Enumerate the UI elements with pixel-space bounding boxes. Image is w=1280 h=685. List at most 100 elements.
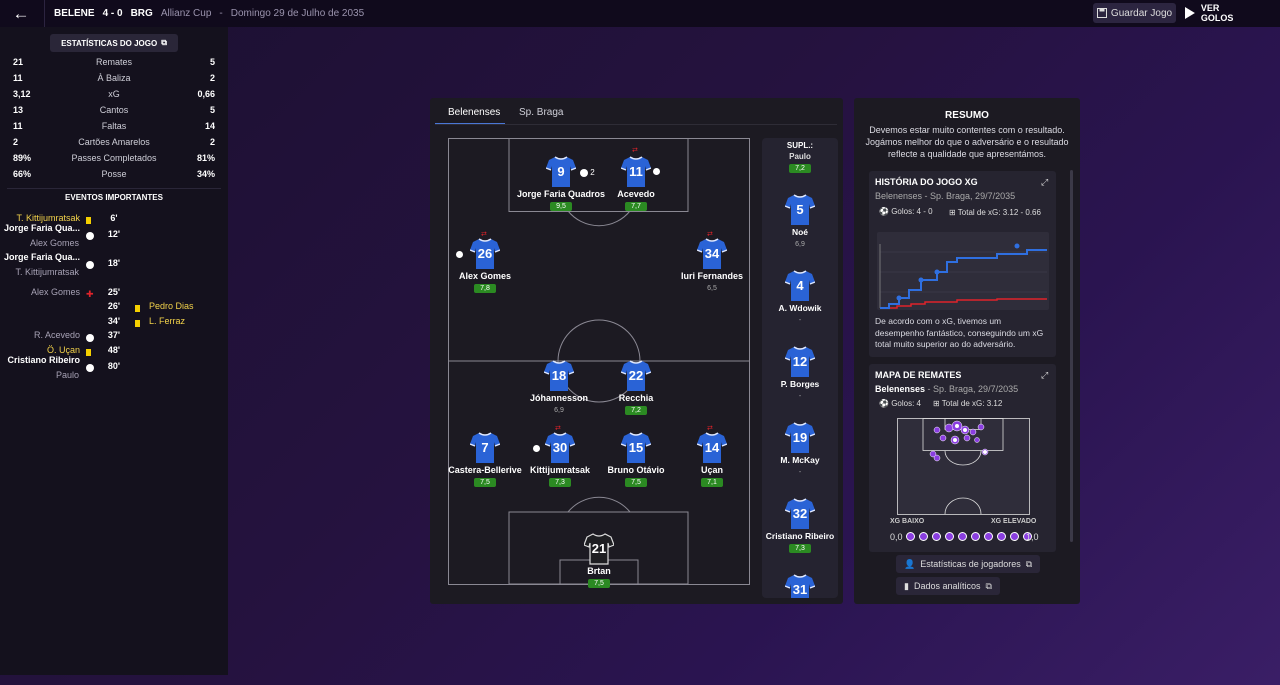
goals-count: 2 bbox=[590, 168, 595, 177]
football-icon bbox=[533, 445, 540, 452]
shirt-number: 31 bbox=[792, 582, 808, 597]
football-icon bbox=[456, 251, 463, 258]
football-icon: ⚽ bbox=[879, 399, 889, 408]
event-player: R. Acevedo bbox=[33, 330, 80, 340]
yellow-card-icon bbox=[135, 320, 140, 328]
substitution-icon: ⇄ bbox=[707, 425, 713, 432]
match-score: 4 - 0 bbox=[102, 8, 123, 19]
xg-total-text: Total de xG: 3.12 - 0.66 bbox=[957, 208, 1041, 217]
match-stats-label: ESTATÍSTICAS DO JOGO bbox=[61, 38, 158, 48]
player-stats-button[interactable]: 👤 Estatísticas de jogadores ⧉ bbox=[896, 555, 1041, 573]
save-game-button[interactable]: Guardar Jogo bbox=[1093, 3, 1176, 23]
substitutes-list[interactable]: SUPL.: Paulo 7,2 5 Noé 6,9 4 A. Wdowik -12 P. Bo… bbox=[762, 138, 838, 598]
player-rating: - bbox=[798, 393, 802, 400]
xg-history-card[interactable]: HISTÓRIA DO JOGO XG ⤢ Belenenses - Sp. B… bbox=[869, 171, 1056, 357]
home-stat: 11 bbox=[13, 73, 23, 83]
player-marker[interactable]: 22 Recchia 7,2 bbox=[591, 360, 681, 415]
watch-goals-label: VER GOLOS bbox=[1200, 3, 1234, 23]
expand-icon[interactable]: ⤢ bbox=[1041, 370, 1050, 380]
back-arrow-icon[interactable]: ← bbox=[8, 4, 34, 24]
goals-scored-badge: 2 bbox=[580, 168, 595, 177]
player-name: Uçan bbox=[700, 465, 723, 475]
home-stat: 3,12 bbox=[13, 89, 31, 99]
substitute-player[interactable]: 4 A. Wdowik - bbox=[762, 270, 838, 325]
goal-net-icon: ⊞ bbox=[933, 399, 940, 408]
event-player: Jorge Faria Qua... bbox=[3, 252, 80, 262]
substitute-player[interactable]: Paulo 7,2 bbox=[762, 138, 838, 173]
shirt: 15 bbox=[620, 432, 652, 464]
event-icon bbox=[86, 259, 94, 269]
player-name: Alex Gomes bbox=[458, 271, 512, 281]
player-name: A. Wdowik bbox=[778, 303, 822, 313]
stat-label: Remates bbox=[95, 57, 132, 67]
shirt-number: 22 bbox=[628, 368, 644, 383]
shirt: 19 bbox=[784, 422, 816, 454]
shirt: 32 bbox=[784, 498, 816, 530]
shirt: 11 bbox=[620, 156, 652, 188]
stat-row: 13 Cantos 5 bbox=[13, 105, 215, 119]
player-rating: 7,3 bbox=[549, 478, 571, 487]
player-name: P. Borges bbox=[780, 379, 820, 389]
stat-row: 11 À Baliza 2 bbox=[13, 73, 215, 87]
tab-home-team[interactable]: Belenenses bbox=[448, 107, 500, 123]
shirt-number: 21 bbox=[591, 541, 607, 556]
shot-xg-text: Total de xG: 3.12 bbox=[941, 399, 1003, 408]
analytics-button[interactable]: ▮ Dados analíticos ⧉ bbox=[896, 577, 1000, 595]
football-icon bbox=[86, 231, 94, 240]
divider bbox=[44, 0, 45, 27]
event-player: Alex Gomes bbox=[30, 287, 80, 297]
xg-high-label: XG ELEVADO bbox=[991, 518, 1037, 525]
player-rating: 7,3 bbox=[789, 544, 811, 553]
scrollbar[interactable] bbox=[1070, 170, 1073, 542]
home-stat: 21 bbox=[13, 57, 24, 67]
event-icon bbox=[86, 347, 91, 357]
match-stats-button[interactable]: ESTATÍSTICAS DO JOGO ⧉ bbox=[50, 34, 178, 52]
player-rating: 7,5 bbox=[588, 579, 610, 588]
substitute-player[interactable]: 31 bbox=[762, 574, 838, 598]
stat-row: 21 Remates 5 bbox=[13, 57, 215, 71]
substitute-player[interactable]: 12 P. Borges - bbox=[762, 346, 838, 401]
summary-panel: RESUMO Devemos estar muito contentes com… bbox=[854, 98, 1080, 604]
yellow-card-icon bbox=[86, 349, 91, 357]
substitute-player[interactable]: 32 Cristiano Ribeiro 7,3 bbox=[762, 498, 838, 553]
player-marker[interactable]: 11 Acevedo 7,7 bbox=[591, 156, 681, 211]
event-minute-cell: 25' bbox=[104, 287, 124, 297]
shot-map-subtitle: Belenenses - Sp. Braga, 29/7/2035 bbox=[875, 384, 1018, 394]
player-rating: 7,5 bbox=[474, 478, 496, 487]
football-icon bbox=[86, 333, 94, 342]
substitute-player[interactable]: 5 Noé 6,9 bbox=[762, 194, 838, 249]
tab-away-team[interactable]: Sp. Braga bbox=[519, 107, 563, 123]
event-icon bbox=[135, 303, 140, 313]
shirt-number: 11 bbox=[629, 164, 643, 179]
shirt-number: 4 bbox=[796, 278, 804, 293]
shot-goals: ⚽ Golos: 4 bbox=[879, 399, 921, 408]
shirt: 22 bbox=[620, 360, 652, 392]
yellow-card-icon bbox=[86, 217, 91, 225]
player-name: Cristiano Ribeiro bbox=[765, 531, 835, 541]
away-stat: 0,66 bbox=[197, 89, 215, 99]
expand-icon[interactable]: ⤢ bbox=[1041, 177, 1050, 187]
player-marker[interactable]: 34 Iuri Fernandes 6,5 bbox=[667, 238, 757, 293]
away-stat: 5 bbox=[209, 57, 215, 67]
shot-map-card[interactable]: MAPA DE REMATES ⤢ Belenenses - Sp. Braga… bbox=[869, 364, 1056, 552]
event-minute: 37' bbox=[107, 330, 121, 340]
player-name: Acevedo bbox=[617, 189, 655, 199]
event-icon bbox=[135, 318, 140, 328]
substitute-player[interactable]: 19 M. McKay - bbox=[762, 422, 838, 477]
shot-xg-total: ⊞ Total de xG: 3.12 bbox=[933, 399, 1002, 408]
xg-scale-max: 1,0 bbox=[1026, 532, 1039, 542]
substitution-icon: ⇄ bbox=[555, 425, 561, 432]
event-assist-row: Paulo bbox=[0, 370, 79, 380]
watch-goals-button[interactable]: VER GOLOS bbox=[1184, 3, 1254, 23]
home-stat: 66% bbox=[13, 169, 32, 179]
event-player: Ö. Uçan bbox=[46, 345, 80, 355]
player-marker[interactable]: 26 Alex Gomes 7,8 bbox=[440, 238, 530, 293]
player-marker[interactable]: 14 Uçan 7,1 bbox=[667, 432, 757, 487]
event-assist: T. Kittijumratsak bbox=[15, 267, 79, 277]
player-marker[interactable]: 21 Brtan 7,5 bbox=[554, 533, 644, 588]
event-icon bbox=[86, 332, 94, 342]
stat-row: 3,12 xG 0,66 bbox=[13, 89, 215, 103]
event-away: Pedro Dias bbox=[149, 301, 194, 311]
shirt: 34 bbox=[696, 238, 728, 270]
shirt-number: 18 bbox=[551, 368, 567, 383]
